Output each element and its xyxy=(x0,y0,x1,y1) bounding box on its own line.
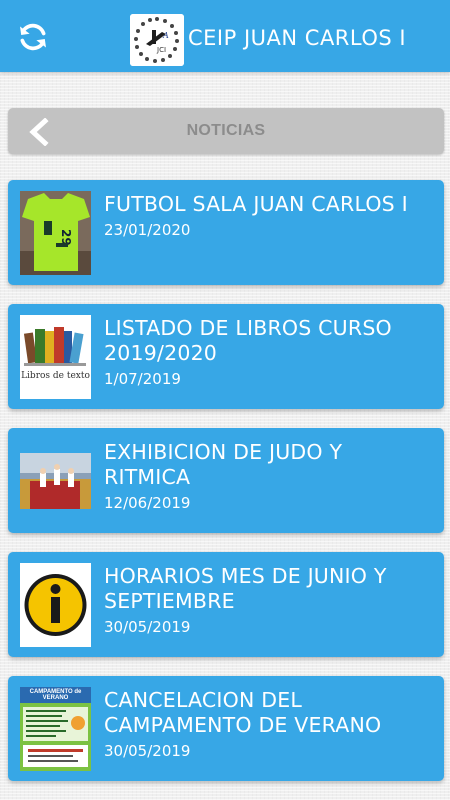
info-icon xyxy=(20,563,91,647)
news-title: CANCELACION DEL CAMPAMENTO DE VERANO xyxy=(104,688,382,737)
refresh-button[interactable] xyxy=(14,18,52,56)
news-title: HORARIOS MES DE JUNIO Y SEPTIEMBRE xyxy=(104,564,387,613)
news-date: 12/06/2019 xyxy=(104,494,191,512)
thumb-caption: Libros de texto xyxy=(21,371,90,381)
news-date: 30/05/2019 xyxy=(104,742,191,760)
textbooks-image: Libros de texto xyxy=(20,315,91,399)
news-title: EXHIBICION DE JUDO Y RITMICA xyxy=(104,440,343,489)
judo-gym-image xyxy=(20,439,91,523)
news-list: 29 FUTBOL SALA JUAN CARLOS I 23/01/2020 … xyxy=(8,180,444,800)
news-item[interactable]: CAMPAMENTO de VERANO CANCELACION DEL CAM… xyxy=(8,676,444,781)
news-date: 30/05/2019 xyxy=(104,618,191,636)
news-item[interactable]: EXHIBICION DE JUDO Y RITMICA 12/06/2019 xyxy=(8,428,444,533)
school-logo: A JCI xyxy=(130,14,184,66)
section-title: NOTICIAS xyxy=(186,122,266,139)
section-header: NOTICIAS xyxy=(8,108,444,154)
top-app-bar: A JCI CEIP JUAN CARLOS I xyxy=(0,0,450,72)
news-item[interactable]: 29 FUTBOL SALA JUAN CARLOS I 23/01/2020 xyxy=(8,180,444,285)
news-item[interactable]: HORARIOS MES DE JUNIO Y SEPTIEMBRE 30/05… xyxy=(8,552,444,657)
news-date: 23/01/2020 xyxy=(104,221,191,239)
news-title: LISTADO DE LIBROS CURSO 2019/2020 xyxy=(104,316,392,365)
green-jersey-image: 29 xyxy=(20,191,91,275)
news-item[interactable]: Libros de texto LISTADO DE LIBROS CURSO … xyxy=(8,304,444,409)
svg-text:A: A xyxy=(162,31,169,40)
refresh-icon xyxy=(20,23,46,51)
app-title: CEIP JUAN CARLOS I xyxy=(188,26,407,50)
info-sign-image xyxy=(20,563,91,647)
thumb-caption: CAMPAMENTO de VERANO xyxy=(29,689,82,701)
news-date: 1/07/2019 xyxy=(104,370,181,388)
svg-text:JCI: JCI xyxy=(156,46,166,54)
summer-camp-poster-image: CAMPAMENTO de VERANO xyxy=(20,687,91,771)
news-title: FUTBOL SALA JUAN CARLOS I xyxy=(104,192,408,216)
